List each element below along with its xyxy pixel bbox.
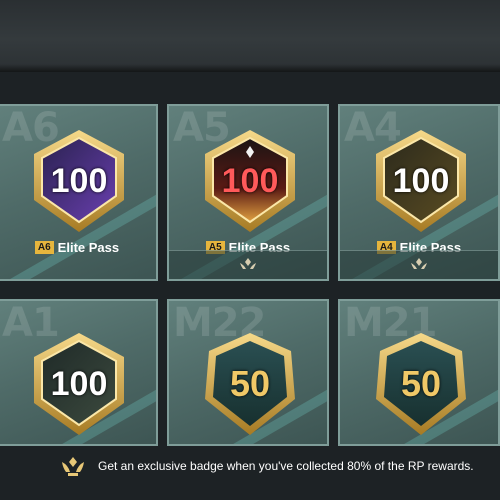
- badge-card-a5[interactable]: A5 100 A5 Elite Pass: [167, 104, 329, 281]
- tier-chip: A6: [34, 241, 54, 255]
- info-message: Get an exclusive badge when you've colle…: [98, 459, 474, 473]
- badge-number-wrap: 100: [24, 329, 134, 439]
- badge-card-a1[interactable]: A1 100: [0, 299, 158, 446]
- pass-label: A6 Elite Pass: [0, 239, 156, 255]
- wings-emblem-icon: [62, 457, 84, 476]
- badge-card-a4[interactable]: A4 100 A4 Elite Pass: [338, 104, 500, 281]
- badge-number: 50: [229, 363, 271, 404]
- badge-number-wrap: 100: [24, 126, 134, 236]
- badge-card-m21[interactable]: M21 50: [338, 299, 500, 446]
- badge-number-wrap: 100: [195, 126, 305, 236]
- badge-number: 100: [221, 161, 279, 200]
- badge-number: 100: [50, 161, 108, 200]
- badge-number-wrap: 100: [366, 126, 476, 236]
- badge-number: 100: [392, 161, 450, 200]
- badge-card-a6[interactable]: A6 100 A6 Elite Pass: [0, 104, 158, 281]
- badge-number: 50: [400, 363, 442, 404]
- card-footer: [169, 250, 327, 279]
- wings-emblem-icon: [411, 258, 427, 269]
- badge-number-wrap: 50: [366, 329, 476, 439]
- card-footer: [340, 250, 498, 279]
- info-bar: Get an exclusive badge when you've colle…: [0, 449, 500, 484]
- badge-number: 100: [50, 364, 108, 403]
- badge-grid: A6 100 A6 Elite Pass A5 100 A5 Elite Pas…: [0, 86, 500, 446]
- badge-number-wrap: 50: [195, 329, 305, 439]
- top-banner: [0, 0, 500, 72]
- wings-emblem-icon: [240, 258, 256, 269]
- pass-label-text: Elite Pass: [57, 240, 120, 256]
- badge-card-m22[interactable]: M22 50: [167, 299, 329, 446]
